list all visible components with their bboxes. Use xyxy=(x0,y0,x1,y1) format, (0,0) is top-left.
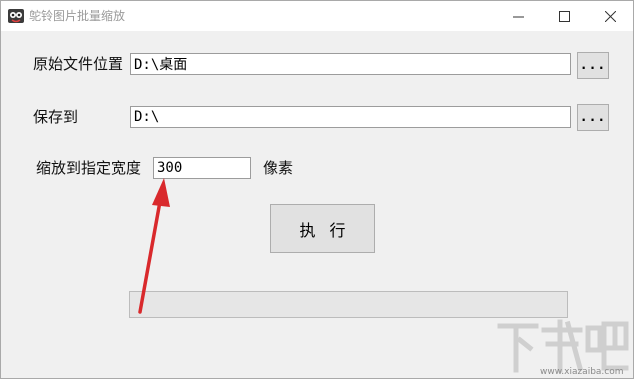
source-label: 原始文件位置 xyxy=(33,55,124,73)
maximize-button[interactable] xyxy=(541,1,587,31)
watermark-site: www.xiazaiba.com xyxy=(540,367,624,377)
minimize-button[interactable] xyxy=(495,1,541,31)
title-bar[interactable]: 鸵铃图片批量缩放 xyxy=(1,1,633,31)
source-path-input[interactable]: D:\桌面 xyxy=(130,53,571,75)
source-browse-button[interactable]: ... xyxy=(577,52,609,79)
app-icon xyxy=(8,9,24,23)
close-icon xyxy=(604,10,616,22)
maximize-icon xyxy=(558,10,570,22)
progress-bar xyxy=(129,291,568,318)
window-title: 鸵铃图片批量缩放 xyxy=(29,9,126,23)
minimize-icon xyxy=(512,16,524,17)
resize-width-input[interactable]: 300 xyxy=(153,157,251,179)
resize-width-label: 缩放到指定宽度 xyxy=(36,159,142,177)
save-browse-button[interactable]: ... xyxy=(577,104,609,131)
save-path-input[interactable]: D:\ xyxy=(130,106,571,128)
save-to-label: 保存到 xyxy=(33,108,79,126)
unit-label: 像素 xyxy=(263,159,294,177)
execute-button[interactable]: 执行 xyxy=(270,204,375,253)
close-button[interactable] xyxy=(587,1,633,31)
